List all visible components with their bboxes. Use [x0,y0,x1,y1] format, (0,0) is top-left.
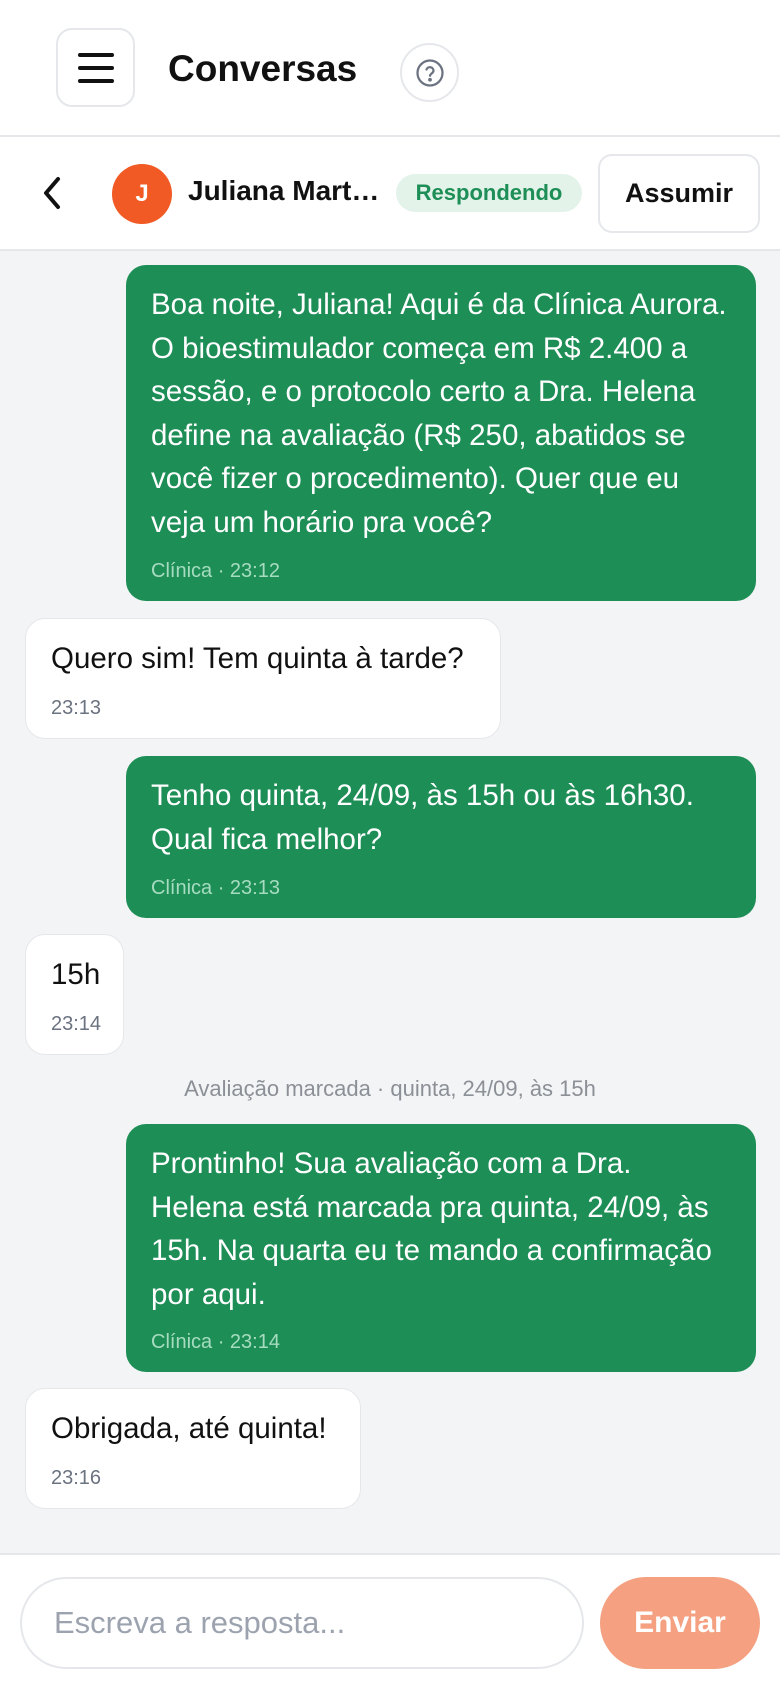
message-incoming: Obrigada, até quinta! 23:16 [25,1388,361,1509]
back-button[interactable] [36,173,68,213]
message-outgoing: Boa noite, Juliana! Aqui é da Clínica Au… [126,265,756,601]
send-button[interactable]: Enviar [600,1577,760,1669]
help-button[interactable] [400,43,459,102]
message-text: Boa noite, Juliana! Aqui é da Clínica Au… [151,288,727,539]
message-outgoing: Prontinho! Sua avaliação com a Dra. Hele… [126,1124,756,1372]
message-outgoing: Tenho quinta, 24/09, às 15h ou às 16h30.… [126,756,756,918]
message-text: 15h [51,958,101,991]
contact-name: Juliana Martins [188,175,380,206]
message-text: Prontinho! Sua avaliação com a Dra. Hele… [151,1147,712,1311]
reply-input[interactable] [20,1577,584,1669]
menu-button[interactable] [56,28,135,107]
chevron-left-icon [44,177,60,209]
message-meta: 23:14 [51,1013,102,1035]
page-title: Conversas [168,48,358,89]
message-text: Quero sim! Tem quinta à tarde? [51,642,464,675]
message-meta: Clínica · 23:12 [151,560,280,582]
conversation-header: J Juliana Martins Respondendo Assumir [0,137,780,251]
message-meta: 23:16 [51,1467,102,1489]
status-badge: Respondendo [396,174,582,212]
message-text: Obrigada, até quinta! [51,1412,327,1445]
message-incoming: Quero sim! Tem quinta à tarde? 23:13 [25,618,501,739]
composer: Enviar [0,1553,780,1688]
message-incoming: 15h 23:14 [25,934,124,1055]
message-meta: Clínica · 23:13 [151,877,280,899]
avatar: J [112,164,172,224]
hamburger-menu-icon [77,52,114,83]
help-circle-icon [415,58,444,87]
message-text: Tenho quinta, 24/09, às 15h ou às 16h30.… [151,779,694,856]
top-bar: Conversas [0,0,780,137]
assume-button[interactable]: Assumir [598,154,760,233]
message-meta: 23:13 [51,697,102,719]
system-note: Avaliação marcada · quinta, 24/09, às 15… [184,1076,596,1101]
message-meta: Clínica · 23:14 [151,1331,280,1353]
